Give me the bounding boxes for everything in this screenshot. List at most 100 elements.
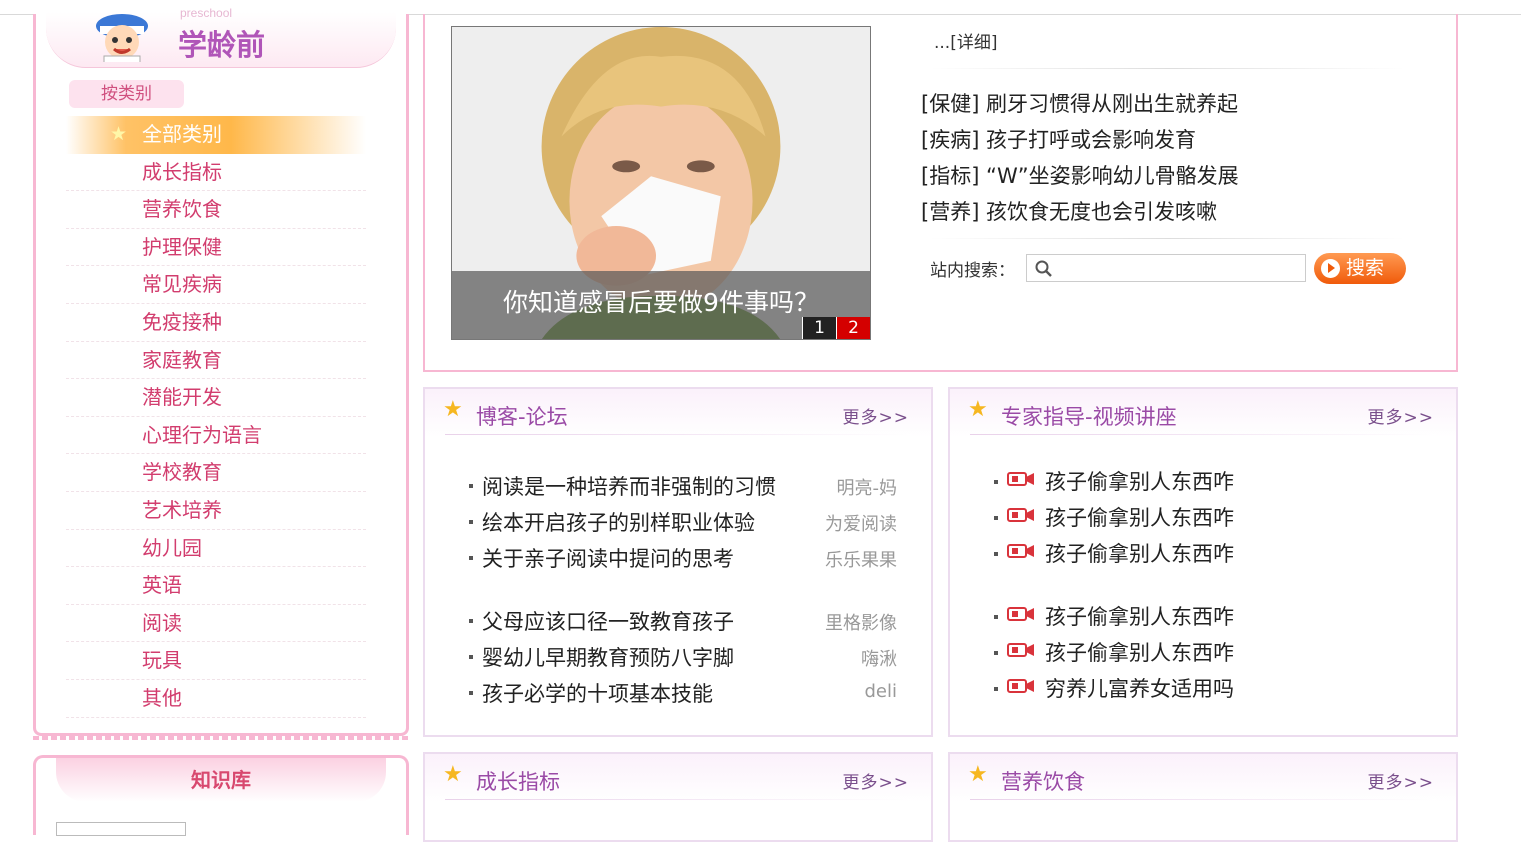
star-icon: ★: [110, 123, 128, 145]
knowledge-box: 知识库: [33, 755, 409, 836]
bullet-icon: [469, 556, 473, 560]
nutrition-box: ★ 营养饮食 更多>>: [948, 752, 1458, 842]
list-item[interactable]: 婴幼儿早期教育预防八字脚 嗨湫: [469, 638, 897, 674]
box-header: ★ 博客-论坛 更多>>: [425, 389, 931, 437]
growth-box: ★ 成长指标 更多>>: [423, 752, 933, 842]
category-sidebar: preschool 学龄前 按类别 ★ 全部类别 成长指标 营养饮食 护理保健 …: [33, 6, 409, 736]
blog-forum-box: ★ 博客-论坛 更多>> 阅读是一种培养而非强制的习惯 明亮-妈 绘本开启孩子的别…: [423, 387, 933, 737]
star-icon: ★: [443, 762, 463, 787]
category-item[interactable]: 心理行为语言: [66, 417, 366, 455]
category-item-all[interactable]: ★ 全部类别: [66, 116, 366, 154]
category-item[interactable]: 常见疾病: [66, 266, 366, 304]
bullet-icon: [994, 615, 998, 619]
search-input[interactable]: [1026, 254, 1306, 282]
list-item[interactable]: 阅读是一种培养而非强制的习惯 明亮-妈: [469, 467, 897, 503]
box-title[interactable]: 博客-论坛: [476, 401, 568, 431]
header-divider: [445, 434, 911, 435]
category-item[interactable]: 营养饮食: [66, 191, 366, 229]
tab-by-category[interactable]: 按类别: [69, 80, 184, 108]
bullet-icon: [994, 480, 998, 484]
category-item[interactable]: 英语: [66, 567, 366, 605]
video-camera-icon: [1007, 472, 1034, 486]
category-item[interactable]: 其他: [66, 680, 366, 718]
bullet-icon: [469, 619, 473, 623]
slide-pager: 1 2: [802, 317, 870, 339]
star-icon: ★: [968, 397, 988, 422]
search-button[interactable]: 搜索: [1314, 253, 1406, 284]
detail-link[interactable]: ...[详细]: [934, 28, 997, 53]
logo-title[interactable]: 学龄前: [178, 22, 265, 64]
category-item[interactable]: 学校教育: [66, 454, 366, 492]
news-list: [保健] 刷牙习惯得从刚出生就养起 [疾病] 孩子打呼或会影响发育 [指标] “…: [921, 86, 1239, 230]
video-title[interactable]: 孩子偷拿别人东西咋: [1045, 538, 1234, 568]
category-list: ★ 全部类别 成长指标 营养饮食 护理保健 常见疾病 免疫接种 家庭教育 潜能开…: [66, 116, 366, 718]
video-title[interactable]: 穷养儿富养女适用吗: [1045, 673, 1234, 703]
logo-subtitle: preschool: [180, 6, 233, 20]
post-title[interactable]: 婴幼儿早期教育预防八字脚: [482, 642, 734, 672]
bullet-icon: [469, 520, 473, 524]
box-header: ★ 营养饮食 更多>>: [950, 754, 1456, 802]
list-item[interactable]: 孩子必学的十项基本技能 deli: [469, 674, 897, 710]
sidebar-bottom-border: [33, 736, 409, 740]
knowledge-input[interactable]: [56, 822, 186, 836]
play-icon: [1321, 259, 1340, 278]
list-item[interactable]: 父母应该口径一致教育孩子 里格影像: [469, 602, 897, 638]
category-item[interactable]: 免疫接种: [66, 304, 366, 342]
category-item[interactable]: 幼儿园: [66, 530, 366, 568]
slide-page-2[interactable]: 2: [836, 317, 870, 339]
category-item[interactable]: 潜能开发: [66, 379, 366, 417]
post-title[interactable]: 孩子必学的十项基本技能: [482, 678, 713, 708]
category-item[interactable]: 玩具: [66, 642, 366, 680]
video-title[interactable]: 孩子偷拿别人东西咋: [1045, 466, 1234, 496]
box-title[interactable]: 营养饮食: [1001, 766, 1085, 796]
bullet-icon: [994, 552, 998, 556]
post-author[interactable]: 乐乐果果: [825, 546, 897, 572]
news-item[interactable]: [疾病] 孩子打呼或会影响发育: [921, 122, 1239, 158]
news-item[interactable]: [保健] 刷牙习惯得从刚出生就养起: [921, 86, 1239, 122]
post-title[interactable]: 父母应该口径一致教育孩子: [482, 606, 734, 636]
search-label: 站内搜索：: [930, 261, 1015, 281]
category-item[interactable]: 阅读: [66, 605, 366, 643]
list-item[interactable]: 关于亲子阅读中提问的思考 乐乐果果: [469, 539, 897, 575]
post-author[interactable]: deli: [864, 681, 897, 702]
section-logo: preschool 学龄前: [46, 6, 396, 68]
more-link[interactable]: 更多>>: [843, 403, 910, 428]
more-link[interactable]: 更多>>: [1368, 768, 1435, 793]
news-item[interactable]: [营养] 孩饮食无度也会引发咳嗽: [921, 194, 1239, 230]
bullet-icon: [469, 691, 473, 695]
box-header: ★ 成长指标 更多>>: [425, 754, 931, 802]
divider: [930, 238, 1405, 239]
video-title[interactable]: 孩子偷拿别人东西咋: [1045, 637, 1234, 667]
video-title[interactable]: 孩子偷拿别人东西咋: [1045, 601, 1234, 631]
post-title[interactable]: 关于亲子阅读中提问的思考: [482, 543, 734, 573]
list-item[interactable]: 绘本开启孩子的别样职业体验 为爱阅读: [469, 503, 897, 539]
blog-list: 阅读是一种培养而非强制的习惯 明亮-妈 绘本开启孩子的别样职业体验 为爱阅读 关于亲…: [469, 467, 897, 575]
video-title[interactable]: 孩子偷拿别人东西咋: [1045, 502, 1234, 532]
box-header: ★ 专家指导-视频讲座 更多>>: [950, 389, 1456, 437]
slideshow[interactable]: 你知道感冒后要做9件事吗？ 1 2: [451, 26, 871, 340]
news-item[interactable]: [指标] “W”坐姿影响幼儿骨骼发展: [921, 158, 1239, 194]
category-item[interactable]: 家庭教育: [66, 342, 366, 380]
post-title[interactable]: 阅读是一种培养而非强制的习惯: [482, 471, 776, 501]
expert-video-box: ★ 专家指导-视频讲座 更多>> 孩子偷拿别人东西咋 孩子偷拿别人东西咋 孩子偷…: [948, 387, 1458, 737]
category-item[interactable]: 护理保健: [66, 229, 366, 267]
post-author[interactable]: 里格影像: [825, 609, 897, 635]
search-icon: [1035, 260, 1052, 277]
post-author[interactable]: 为爱阅读: [825, 510, 897, 536]
video-camera-icon: [1007, 679, 1034, 693]
video-camera-icon: [1007, 508, 1034, 522]
post-author[interactable]: 嗨湫: [861, 645, 897, 671]
more-link[interactable]: 更多>>: [843, 768, 910, 793]
category-item[interactable]: 艺术培养: [66, 492, 366, 530]
category-item[interactable]: 成长指标: [66, 154, 366, 192]
box-title[interactable]: 成长指标: [476, 766, 560, 796]
post-title[interactable]: 绘本开启孩子的别样职业体验: [482, 507, 755, 537]
star-icon: ★: [968, 762, 988, 787]
divider: [930, 68, 1405, 69]
more-link[interactable]: 更多>>: [1368, 403, 1435, 428]
post-author[interactable]: 明亮-妈: [837, 474, 898, 500]
slide-page-1[interactable]: 1: [802, 317, 836, 339]
box-title[interactable]: 专家指导-视频讲座: [1001, 401, 1177, 431]
slide-caption[interactable]: 你知道感冒后要做9件事吗？: [452, 283, 870, 319]
video-camera-icon: [1007, 544, 1034, 558]
